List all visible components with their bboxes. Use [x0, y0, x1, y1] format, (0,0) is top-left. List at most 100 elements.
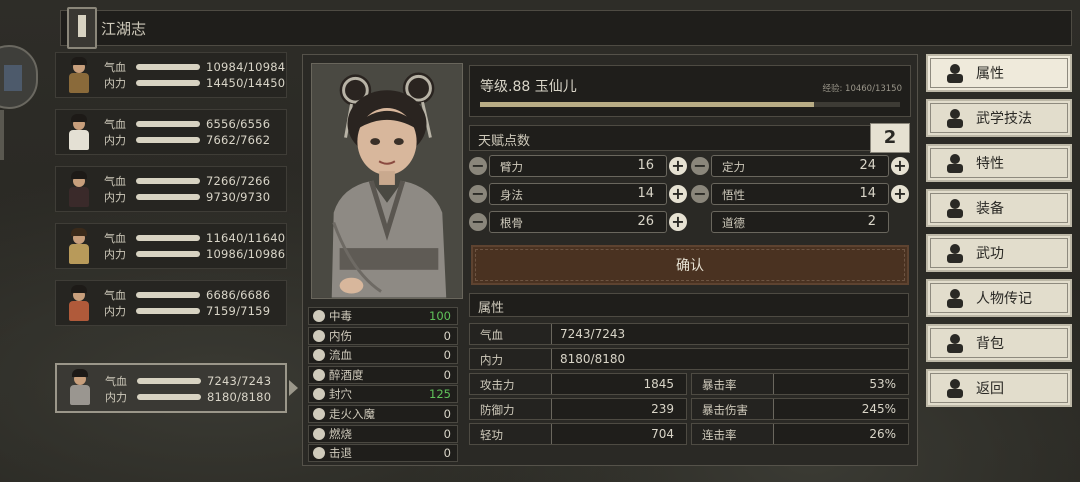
avatar-hair [71, 285, 87, 293]
decrease-attribute-button[interactable]: − [469, 185, 487, 203]
combat-stat-label: 暴击伤害 [702, 403, 748, 417]
confirm-button[interactable]: 确认 [471, 245, 909, 285]
decrease-attribute-button[interactable]: − [691, 185, 709, 203]
attribute-cell: − 臂力 16 + [469, 155, 689, 177]
menu-button[interactable]: 属性 [926, 54, 1072, 92]
attribute-cell: − 定力 24 + [691, 155, 911, 177]
martial-skill-icon [944, 107, 966, 129]
attribute-box: 身法 14 [489, 183, 667, 205]
attribute-value: 16 [637, 158, 654, 173]
attribute-value: 26 [637, 214, 654, 229]
party-member-card[interactable]: 气血 7243/7243 内力 8180/8180 [55, 363, 287, 413]
mp-stat-value: 9730/9730 [206, 190, 271, 204]
status-effect-value: 0 [443, 446, 451, 461]
properties-header: 属性 [469, 293, 909, 317]
hp-stat-label: 气血 [104, 175, 126, 188]
hp-stat-row: 气血 7266/7266 [104, 173, 270, 189]
attribute-value: 2 [867, 214, 876, 229]
mp-stat-row: 内力 7159/7159 [104, 303, 270, 319]
drunk-icon [313, 368, 325, 381]
combat-stat-key: 暴击伤害 [692, 399, 774, 419]
status-effect-value: 125 [429, 387, 451, 402]
avatar-hair [71, 228, 87, 236]
increase-attribute-button[interactable]: + [891, 185, 909, 203]
attribute-name: 悟性 [722, 188, 745, 202]
status-effect-row: 击退 0 [308, 444, 458, 463]
sword-icon [944, 197, 966, 219]
properties-header-label: 属性 [478, 301, 505, 316]
party-member-card[interactable]: 气血 6556/6556 内力 7662/7662 [55, 109, 287, 155]
attribute-value: 24 [859, 158, 876, 173]
status-effect-row: 走火入魔 0 [308, 404, 458, 423]
combat-stat-label: 轻功 [480, 428, 503, 442]
increase-attribute-button[interactable]: + [669, 213, 687, 231]
increase-attribute-button[interactable]: + [891, 157, 909, 175]
menu-button[interactable]: 武学技法 [926, 99, 1072, 137]
door-icon [944, 377, 966, 399]
combat-stat-key: 轻功 [470, 424, 552, 444]
party-member-card[interactable]: 气血 6686/6686 内力 7159/7159 [55, 280, 287, 326]
status-effect-row: 醉酒度 0 [308, 365, 458, 384]
party-member-card[interactable]: 气血 11640/11640 内力 10986/10986 [55, 223, 287, 269]
increase-attribute-button[interactable]: + [669, 185, 687, 203]
status-effect-row: 中毒 100 [308, 307, 458, 325]
menu-button-label: 装备 [976, 201, 1004, 217]
combat-stat-key: 暴击率 [692, 374, 774, 394]
increase-attribute-button[interactable]: + [669, 157, 687, 175]
party-member-avatar [62, 285, 96, 323]
mp-stat-value: 7159/7159 [206, 304, 271, 318]
menu-button[interactable]: 人物传记 [926, 279, 1072, 317]
mp-stat-row: 内力 8180/8180 [105, 389, 271, 405]
status-effect-name: 击退 [329, 446, 352, 461]
attribute-name: 根骨 [500, 216, 523, 230]
party-member-card[interactable]: 气血 10984/10984 内力 14450/14450 [55, 52, 287, 98]
mp-stat-bar [137, 394, 201, 400]
menu-button[interactable]: 装备 [926, 189, 1072, 227]
mp-row: 内力 8180/8180 [469, 348, 909, 370]
knockback-icon [313, 447, 325, 460]
mp-label: 内力 [480, 353, 503, 367]
menu-button[interactable]: 返回 [926, 369, 1072, 407]
decrease-attribute-button[interactable]: − [691, 157, 709, 175]
status-effect-name: 醉酒度 [329, 367, 364, 382]
combat-stat-label: 连击率 [702, 428, 737, 442]
mp-stat-bar [136, 80, 200, 86]
mp-stat-value: 7662/7662 [206, 133, 271, 147]
combat-stat-row: 暴击伤害 245% [691, 398, 909, 420]
combat-stat-value: 245% [861, 402, 896, 416]
menu-button[interactable]: 武功 [926, 234, 1072, 272]
hp-stat-label: 气血 [105, 375, 127, 388]
mp-stat-bar [136, 308, 200, 314]
combat-stat-row: 攻击力 1845 [469, 373, 687, 395]
mp-stat-label: 内力 [104, 134, 126, 147]
menu-button[interactable]: 背包 [926, 324, 1072, 362]
menu-button-label: 特性 [976, 156, 1004, 172]
combat-stat-value: 704 [651, 427, 674, 441]
party-member-card[interactable]: 气血 7266/7266 内力 9730/9730 [55, 166, 287, 212]
status-effect-value: 0 [443, 426, 451, 441]
attribute-box: 根骨 26 [489, 211, 667, 233]
qi-deviation-icon [313, 407, 325, 420]
broken-heart-icon [313, 329, 325, 342]
hp-stat-label: 气血 [104, 118, 126, 131]
combat-stat-key: 攻击力 [470, 374, 552, 394]
status-effect-name: 燃烧 [329, 426, 352, 441]
menu-button[interactable]: 特性 [926, 144, 1072, 182]
decrease-attribute-button[interactable]: − [469, 213, 487, 231]
hp-stat-value: 11640/11640 [206, 231, 286, 245]
avatar-hair [71, 171, 87, 179]
status-effect-row: 内伤 0 [308, 326, 458, 345]
hp-value: 7243/7243 [560, 327, 626, 341]
attribute-cell: − 悟性 14 + [691, 183, 911, 205]
decrease-attribute-button[interactable]: − [469, 157, 487, 175]
status-effect-row: 封穴 125 [308, 385, 458, 404]
character-portrait [311, 63, 463, 299]
mp-stat-row: 内力 14450/14450 [104, 75, 285, 91]
hp-stat-bar [137, 378, 201, 384]
mp-stat-label: 内力 [104, 191, 126, 204]
status-effect-name: 中毒 [329, 309, 352, 323]
blood-icon [313, 349, 325, 362]
status-effect-value: 0 [443, 348, 451, 363]
mp-stat-row: 内力 9730/9730 [104, 189, 270, 205]
attribute-value: 14 [637, 186, 654, 201]
